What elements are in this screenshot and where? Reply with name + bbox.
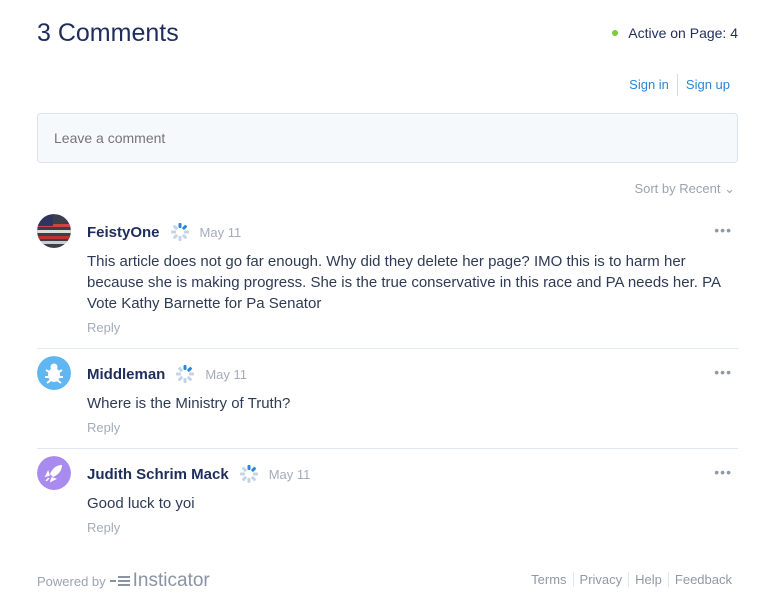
sign-up-link[interactable]: Sign up <box>678 77 738 96</box>
active-dot-icon <box>612 30 619 36</box>
comment-text: This article does not go far enough. Why… <box>87 253 721 312</box>
user-badge-icon <box>176 365 195 383</box>
active-label: Active on Page: 4 <box>628 25 738 41</box>
sort-dropdown[interactable]: Sort by Recent ⌄ <box>634 181 735 197</box>
comment-text: Good luck to yoi <box>87 495 195 512</box>
comment-item: Judith Schrim Mack May 11 ••• Good luck t… <box>37 456 738 546</box>
author-name[interactable]: FeistyOne <box>87 224 160 241</box>
reply-button[interactable]: Reply <box>87 520 120 535</box>
terms-link[interactable]: Terms <box>525 572 572 587</box>
more-options-icon[interactable]: ••• <box>714 464 732 480</box>
insticator-logo: Insticator <box>109 570 210 592</box>
more-options-icon[interactable]: ••• <box>714 364 732 380</box>
sort-label: Sort by <box>634 181 676 196</box>
privacy-link[interactable]: Privacy <box>572 572 629 587</box>
sort-value: Recent <box>679 181 721 196</box>
chevron-down-icon: ⌄ <box>724 181 735 196</box>
comment-date: May 11 <box>205 366 248 382</box>
avatar-rocket-icon[interactable] <box>37 456 71 490</box>
comment-date: May 11 <box>199 224 242 240</box>
avatar-bug-icon[interactable] <box>37 356 71 390</box>
feedback-link[interactable]: Feedback <box>667 572 738 587</box>
user-badge-icon <box>239 465 258 483</box>
powered-by-label: Powered by <box>37 573 106 589</box>
sign-in-link[interactable]: Sign in <box>621 77 677 96</box>
user-badge-icon <box>170 223 189 241</box>
auth-links: Sign in Sign up <box>621 74 738 96</box>
brand-name: Insticator <box>132 570 210 591</box>
comment-item: FeistyOne May 11 ••• This article does no… <box>37 214 738 349</box>
comment-item: Middleman May 11 ••• Where is the Ministr… <box>37 356 738 449</box>
avatar-flag-icon[interactable] <box>37 214 71 248</box>
comment-text: Where is the Ministry of Truth? <box>87 395 291 412</box>
comments-count-title: 3 Comments <box>37 19 179 47</box>
reply-button[interactable]: Reply <box>87 320 120 335</box>
footer-links: Terms Privacy Help Feedback <box>525 572 738 587</box>
more-options-icon[interactable]: ••• <box>714 222 732 238</box>
help-link[interactable]: Help <box>628 572 668 587</box>
insticator-logo-icon <box>109 576 130 586</box>
author-name[interactable]: Judith Schrim Mack <box>87 466 229 483</box>
reply-button[interactable]: Reply <box>87 420 120 435</box>
active-users-indicator: Active on Page: 4 <box>612 25 738 41</box>
author-name[interactable]: Middleman <box>87 366 165 383</box>
powered-by[interactable]: Powered by Insticator <box>37 570 210 592</box>
comment-date: May 11 <box>268 466 311 482</box>
comment-input[interactable] <box>37 113 738 163</box>
